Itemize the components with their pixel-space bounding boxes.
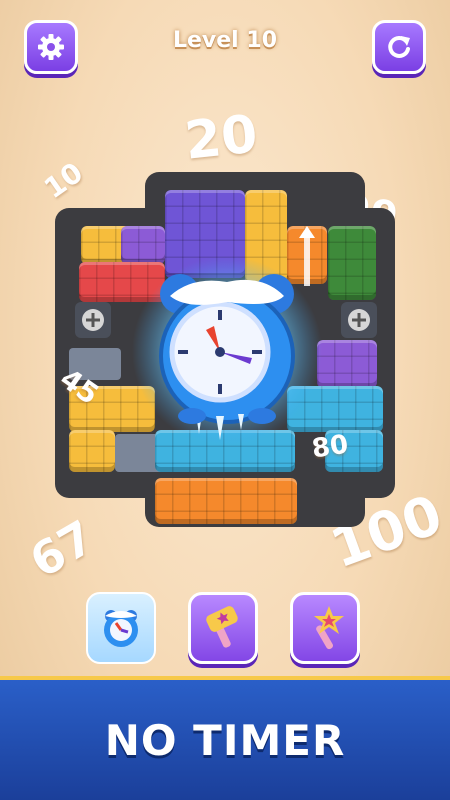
green-block[interactable] (328, 226, 376, 300)
violet-block[interactable] (317, 340, 377, 388)
screw-bolt (75, 302, 111, 338)
restart-button[interactable] (372, 20, 426, 74)
orange-block-bottom[interactable] (155, 478, 297, 524)
floating-number-80: 80 (310, 429, 351, 465)
yellow-l-block-bottom[interactable] (69, 430, 115, 472)
screw-bolt (341, 302, 377, 338)
restart-icon (388, 35, 410, 58)
booster-freeze-clock[interactable] (86, 592, 156, 664)
promo-banner: NO TIMER (0, 676, 450, 800)
magic-wand-icon (314, 606, 344, 650)
booster-hammer[interactable] (188, 592, 258, 664)
game-screen: Level 10 20 10 99 45 80 67 100 (0, 0, 450, 800)
frozen-clock-icon (132, 256, 322, 446)
hammer-icon (206, 606, 238, 648)
frozen-clock-icon (104, 610, 138, 647)
floating-number-20: 20 (182, 104, 261, 172)
booster-magic-wand[interactable] (290, 592, 360, 664)
banner-text: NO TIMER (104, 715, 346, 765)
